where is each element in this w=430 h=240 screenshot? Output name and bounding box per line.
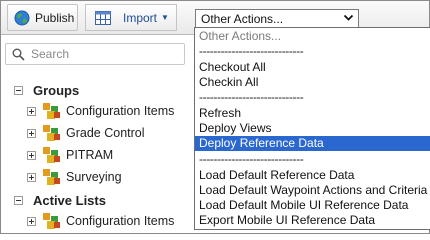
search-box[interactable]: Search [5,43,185,65]
tree-item-label: PITRAM [66,148,114,162]
publish-label: Publish [35,10,75,25]
globe-icon [14,10,30,25]
expand-icon[interactable] [27,150,36,160]
other-actions-select[interactable]: Other Actions... [195,9,359,28]
tree-item[interactable]: Surveying [27,167,122,187]
tree-item[interactable]: Configuration Items [27,101,174,121]
tree-item-label: Configuration Items [66,214,175,228]
expand-icon[interactable] [27,106,36,116]
dropdown-option-refresh[interactable]: Refresh [195,106,430,121]
search-icon [12,48,25,61]
other-actions-dropdown: Other Actions... -----------------------… [194,27,430,230]
group-label: Active Lists [33,192,106,208]
tree-item-label: Grade Control [66,126,145,140]
dropdown-separator: ----------------------------- [199,44,304,58]
tree-item[interactable]: Configuration Items [27,211,174,231]
dropdown-option-placeholder[interactable]: Other Actions... [195,29,430,44]
tree-group-groups[interactable]: Groups [14,80,79,100]
dropdown-option-deploy-views[interactable]: Deploy Views [195,121,430,136]
caret-down-icon: ▼ [161,13,169,22]
tree-item-label: Surveying [66,170,122,184]
dropdown-separator: ----------------------------- [199,90,304,104]
expand-icon[interactable] [27,128,36,138]
collapse-icon[interactable] [14,195,23,205]
expand-icon[interactable] [27,172,36,182]
dropdown-option-deploy-reference-data[interactable]: Deploy Reference Data [195,136,430,151]
grid-icon [95,10,111,25]
dropdown-option-load-default-mobile-ui[interactable]: Load Default Mobile UI Reference Data [195,198,430,213]
select-value: Other Actions... [201,12,284,26]
import-button[interactable]: Import ▼ [85,4,177,31]
item-node-icon [43,103,60,119]
expand-icon[interactable] [27,216,36,226]
tree-item[interactable]: Grade Control [27,123,145,143]
tree-item-label: Configuration Items [66,104,175,118]
chevron-down-icon [343,14,354,21]
dropdown-option-checkout-all[interactable]: Checkout All [195,60,430,75]
item-node-icon [43,169,60,185]
dropdown-option-export-mobile-ui[interactable]: Export Mobile UI Reference Data [195,213,430,228]
import-label: Import [123,10,158,25]
dropdown-option-checkin-all[interactable]: Checkin All [195,75,430,90]
item-node-icon [43,213,60,229]
tree-group-active-lists[interactable]: Active Lists [14,190,106,210]
publish-button[interactable]: Publish [7,4,78,31]
dropdown-separator: ----------------------------- [199,152,304,166]
tree-item[interactable]: PITRAM [27,145,113,165]
collapse-icon[interactable] [14,85,23,95]
dropdown-option-load-default-reference-data[interactable]: Load Default Reference Data [195,168,430,183]
group-label: Groups [33,82,80,98]
dropdown-option-load-default-waypoint-actions[interactable]: Load Default Waypoint Actions and Criter… [195,183,430,198]
item-node-icon [43,125,60,141]
item-node-icon [43,147,60,163]
search-input[interactable]: Search [31,47,69,61]
